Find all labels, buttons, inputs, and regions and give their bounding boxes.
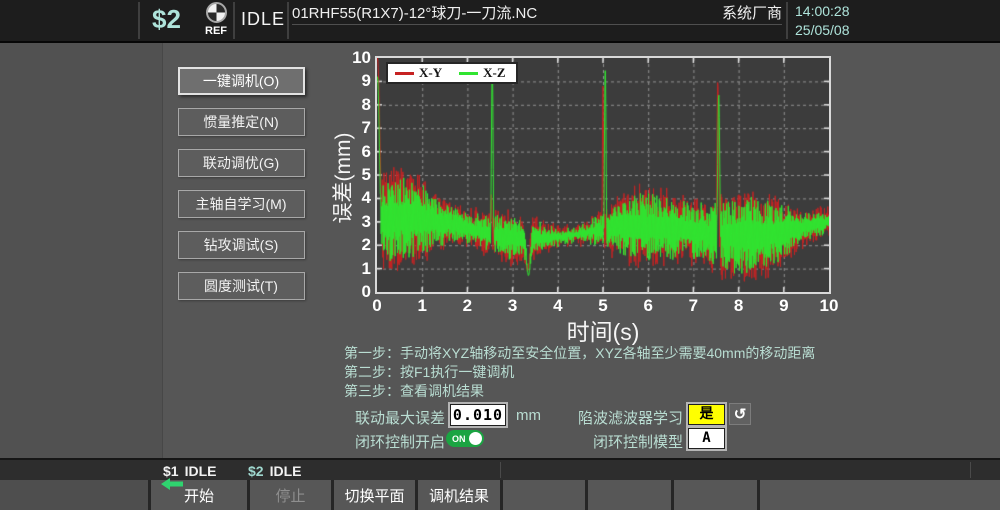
closed-loop-switch-label: 闭环控制开启 xyxy=(355,431,445,452)
legend-swatch-xz xyxy=(459,72,478,75)
topbar-divider xyxy=(233,2,235,39)
softkey-empty-3 xyxy=(588,480,671,510)
x-axis-title: 时间(s) xyxy=(377,313,829,347)
softkey-start-label: 开始 xyxy=(184,485,214,506)
sidebar-item-linkage-tuning[interactable]: 联动调优(G) xyxy=(178,149,305,177)
topbar-divider xyxy=(138,2,140,39)
x-tick-label: 9 xyxy=(779,296,788,316)
program-name: 01RHF55(R1X7)-12°球刀-一刀流.NC xyxy=(292,2,537,23)
softkey-empty-1 xyxy=(0,480,148,510)
error-chart: X-Y X-Z xyxy=(375,56,831,294)
softkey-stop-label: 停止 xyxy=(275,485,305,506)
x-tick-label: 3 xyxy=(508,296,517,316)
channel-1-id: $1 xyxy=(163,463,179,479)
legend-swatch-xy xyxy=(395,72,414,75)
sidebar-item-one-key-tuning[interactable]: 一键调机(O) xyxy=(178,67,305,95)
x-tick-label: 5 xyxy=(598,296,607,316)
y-tick-label: 8 xyxy=(341,95,371,115)
softkey-start[interactable]: 开始 xyxy=(151,480,247,510)
y-tick-label: 2 xyxy=(341,235,371,255)
channel-1-state: IDLE xyxy=(185,463,217,479)
ref-status: REF xyxy=(196,2,236,37)
left-strip xyxy=(0,43,163,458)
toggle-knob xyxy=(469,432,482,445)
max-error-input[interactable]: 0.010 xyxy=(450,404,506,426)
channel-1-status: $1 IDLE xyxy=(163,463,216,479)
x-tick-label: 6 xyxy=(643,296,652,316)
status-bar: $1 IDLE $2 IDLE xyxy=(0,458,1000,480)
softkey-empty-4 xyxy=(674,480,757,510)
ref-label: REF xyxy=(196,25,236,37)
instruction-step-3: 第三步：查看调机结果 xyxy=(344,382,815,401)
softkey-empty-5 xyxy=(760,480,1000,510)
statusbar-divider xyxy=(500,462,501,478)
clock: 14:00:28 25/05/08 xyxy=(795,2,850,40)
closed-loop-model-label: 闭环控制模型 xyxy=(559,431,683,452)
y-tick-label: 0 xyxy=(341,282,371,302)
softkey-switch-plane-label: 切换平面 xyxy=(344,485,404,506)
toggle-on-label: ON xyxy=(452,434,466,444)
sidebar-item-inertia-estimation[interactable]: 惯量推定(N) xyxy=(178,108,305,136)
max-error-label: 联动最大误差 xyxy=(355,407,445,428)
softkey-empty-2 xyxy=(503,480,585,510)
error-chart-canvas xyxy=(377,58,829,292)
notch-filter-label: 陷波滤波器学习 xyxy=(559,407,683,428)
legend-label-xz: X-Z xyxy=(483,65,505,81)
reference-point-icon xyxy=(206,2,227,23)
y-tick-label: 9 xyxy=(341,71,371,91)
softkey-stop[interactable]: 停止 xyxy=(250,480,331,510)
sidebar-item-drill-tap-debug[interactable]: 钻攻调试(S) xyxy=(178,231,305,259)
instruction-step-2: 第二步：按F1执行一键调机 xyxy=(344,363,815,382)
topbar: $2 REF IDLE 01RHF55(R1X7)-12°球刀-一刀流.NC 系… xyxy=(0,0,1000,43)
y-tick-label: 4 xyxy=(341,188,371,208)
x-tick-label: 1 xyxy=(417,296,426,316)
channel-2-state: IDLE xyxy=(270,463,302,479)
y-tick-label: 10 xyxy=(341,48,371,68)
y-tick-label: 7 xyxy=(341,118,371,138)
jump-back-arrow-icon xyxy=(161,478,183,490)
instructions: 第一步：手动将XYZ轴移动至安全位置，XYZ各轴至少需要40mm的移动距离 第二… xyxy=(344,344,815,401)
x-tick-label: 10 xyxy=(820,296,839,316)
notch-filter-select[interactable]: 是 xyxy=(688,404,725,425)
y-tick-label: 5 xyxy=(341,165,371,185)
channel-2-status: $2 IDLE xyxy=(248,463,301,479)
machine-mode: IDLE xyxy=(241,9,285,30)
max-error-unit: mm xyxy=(516,407,541,424)
x-tick-label: 7 xyxy=(689,296,698,316)
channel-2-id: $2 xyxy=(248,463,264,479)
y-tick-label: 1 xyxy=(341,259,371,279)
softkey-tuning-result[interactable]: 调机结果 xyxy=(418,480,500,510)
x-tick-label: 4 xyxy=(553,296,562,316)
active-channel: $2 xyxy=(152,4,181,35)
vendor-label: 系统厂商 xyxy=(722,2,782,23)
cnc-tuning-screen: $2 REF IDLE 01RHF55(R1X7)-12°球刀-一刀流.NC 系… xyxy=(0,0,1000,510)
softkey-tuning-result-label: 调机结果 xyxy=(429,485,489,506)
statusbar-divider xyxy=(970,462,971,478)
topbar-divider xyxy=(287,2,289,39)
softkey-bar: 开始 停止 切换平面 调机结果 xyxy=(0,480,1000,510)
date-value: 25/05/08 xyxy=(795,21,850,40)
x-tick-label: 0 xyxy=(372,296,381,316)
relearn-icon[interactable]: ↺ xyxy=(729,403,751,425)
x-tick-label: 2 xyxy=(463,296,472,316)
sidebar-item-spindle-self-learning[interactable]: 主轴自学习(M) xyxy=(178,190,305,218)
time-value: 14:00:28 xyxy=(795,2,850,21)
x-tick-label: 8 xyxy=(734,296,743,316)
softkey-switch-plane[interactable]: 切换平面 xyxy=(334,480,415,510)
y-tick-label: 6 xyxy=(341,142,371,162)
instruction-step-1: 第一步：手动将XYZ轴移动至安全位置，XYZ各轴至少需要40mm的移动距离 xyxy=(344,344,815,363)
sidebar-item-roundness-test[interactable]: 圆度测试(T) xyxy=(178,272,305,300)
closed-loop-model-select[interactable]: A xyxy=(688,428,725,449)
sidebar: 一键调机(O) 惯量推定(N) 联动调优(G) 主轴自学习(M) 钻攻调试(S)… xyxy=(163,43,319,458)
closed-loop-toggle[interactable]: ON xyxy=(446,430,484,447)
legend-label-xy: X-Y xyxy=(419,65,442,81)
y-tick-label: 3 xyxy=(341,212,371,232)
topbar-divider xyxy=(786,2,788,39)
program-bar: 01RHF55(R1X7)-12°球刀-一刀流.NC 系统厂商 xyxy=(292,1,782,25)
chart-legend: X-Y X-Z xyxy=(386,62,518,84)
